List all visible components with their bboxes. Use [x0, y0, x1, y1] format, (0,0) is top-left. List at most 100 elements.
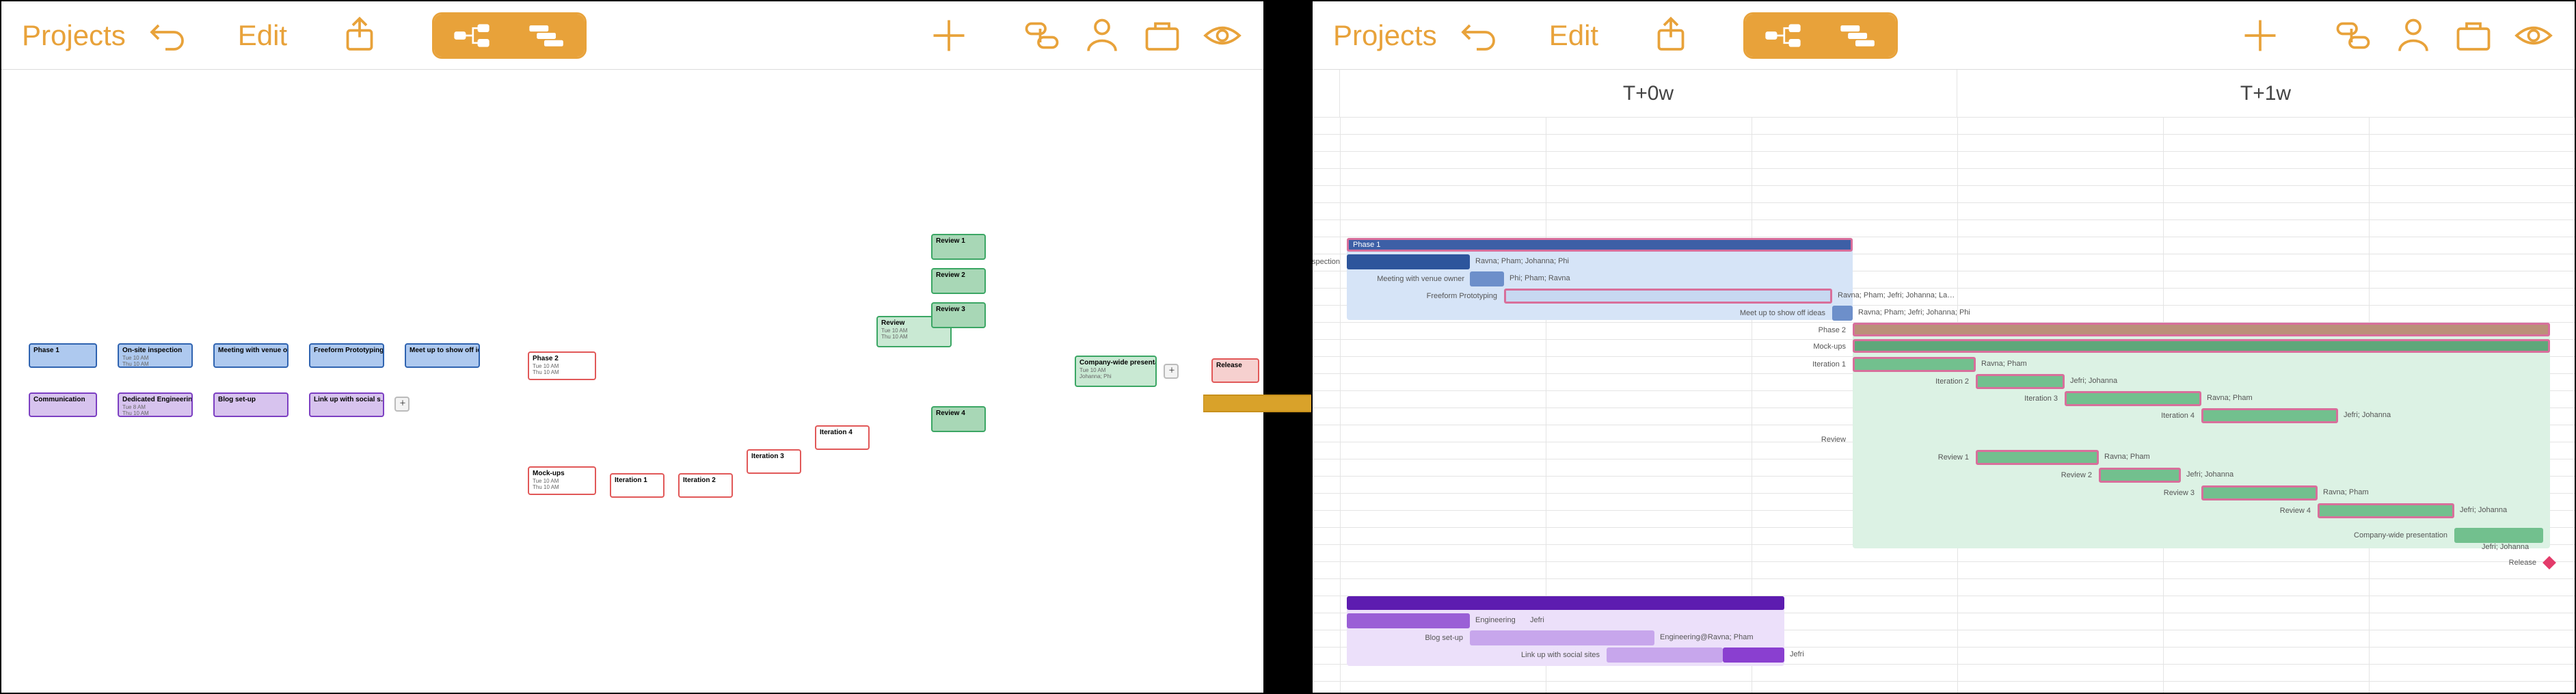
flow-node[interactable]: Communication	[29, 392, 97, 417]
gantt-assignees: Ravna; Pham	[2104, 453, 2150, 461]
gantt-bar[interactable]	[2454, 528, 2543, 543]
gantt-assignees: Ravna; Pham; Johanna; Phi	[1475, 257, 1569, 265]
flow-node[interactable]: Release	[1211, 358, 1259, 383]
undo-icon[interactable]	[1456, 15, 1497, 56]
flow-node[interactable]: Iteration 1	[610, 473, 665, 498]
gantt-assignees: Engineering@Ravna; Pham	[1660, 633, 1754, 641]
flow-node[interactable]: Dedicated Engineering D…Tue 8 AMThu 10 A…	[118, 392, 193, 417]
gantt-group-header[interactable]	[1347, 596, 1784, 610]
gantt-row-label	[1347, 254, 1351, 269]
gantt-bar[interactable]	[1853, 357, 1976, 372]
gantt-row-label: Iteration 1	[1723, 357, 1850, 372]
gantt-row-label: Freeform Prototyping	[1374, 289, 1501, 304]
gantt-group-header[interactable]	[1853, 323, 2550, 336]
gantt-assignees: Jefri; Johanna	[2070, 377, 2117, 385]
flow-node[interactable]: On-site inspectionTue 10 AMThu 10 AM	[118, 343, 193, 368]
eye-icon[interactable]	[1202, 15, 1243, 56]
gantt-assignees: Ravna; Pham; Jefri; Johanna; La…	[1838, 291, 1955, 299]
gantt-row-label: Blog set-up	[1340, 630, 1467, 645]
gantt-bar[interactable]	[1723, 648, 1784, 663]
gantt-group-header[interactable]	[1853, 339, 2550, 353]
gantt-bar[interactable]	[1832, 306, 1853, 321]
view-mode-flow-button[interactable]	[1745, 14, 1821, 57]
gantt-row-label: Meet up to show off ideas	[1695, 306, 1829, 321]
view-mode-gantt-button[interactable]	[1821, 14, 1896, 57]
flow-node[interactable]: Review 3	[931, 302, 986, 328]
gantt-bar[interactable]	[2065, 391, 2201, 406]
gantt-assignees: Ravna; Pham	[2323, 488, 2369, 496]
briefcase-icon[interactable]	[1142, 15, 1183, 56]
gantt-row-label: Release	[2406, 555, 2540, 570]
flow-node[interactable]: Iteration 3	[747, 449, 801, 474]
gantt-bar[interactable]	[1347, 613, 1470, 628]
gantt-row-label: Mock-ups	[1723, 339, 1850, 354]
gantt-bar[interactable]	[1347, 254, 1470, 269]
briefcase-icon[interactable]	[2453, 15, 2494, 56]
timeline-week: T+0w	[1340, 70, 1957, 117]
gantt-row-label: Link up with social sites	[1470, 648, 1604, 663]
app-window-gantt: Projects Edit	[1311, 0, 2576, 694]
gantt-group-header[interactable]: Phase 1	[1347, 238, 1853, 252]
add-icon[interactable]	[2240, 15, 2281, 56]
undo-icon[interactable]	[145, 15, 186, 56]
gantt-assignees: Jefri	[1790, 650, 1804, 658]
flow-node[interactable]: Review 2	[931, 268, 986, 294]
flow-node[interactable]: Review 1	[931, 234, 986, 260]
link-icon[interactable]	[1021, 15, 1062, 56]
gantt-bar[interactable]	[2099, 468, 2181, 483]
gantt-row-label: Company-wide presentation	[2318, 528, 2452, 543]
gantt-canvas[interactable]: T+0w T+1w Phase 1 Ravna; Pham; Johanna; …	[1313, 70, 2575, 693]
gantt-bar[interactable]	[2201, 408, 2338, 423]
flow-node[interactable]: Blog set-up	[213, 392, 289, 417]
flow-node[interactable]: Mock-upsTue 10 AMThu 10 AM	[528, 466, 596, 495]
view-mode-gantt-button[interactable]	[509, 14, 585, 57]
gantt-row-label: Review	[1723, 432, 1850, 447]
edit-button[interactable]: Edit	[238, 19, 287, 52]
flow-node[interactable]: Meeting with venue o…	[213, 343, 289, 368]
gantt-bar[interactable]	[1976, 450, 2099, 465]
flow-node[interactable]: Phase 2Tue 10 AMThu 10 AM	[528, 351, 596, 380]
flow-node[interactable]: Iteration 2	[678, 473, 733, 498]
gantt-body[interactable]: Phase 1 Ravna; Pham; Johanna; Phi On-sit…	[1313, 118, 2575, 693]
gantt-assignees: Engineering	[1475, 616, 1516, 624]
add-icon[interactable]	[928, 15, 969, 56]
gantt-assignees: Phi; Pham; Ravna	[1510, 274, 1570, 282]
gantt-assignees: Jefri; Johanna	[2460, 506, 2507, 514]
gantt-bar[interactable]	[2201, 485, 2318, 501]
back-projects-button[interactable]: Projects	[22, 19, 126, 52]
flow-plus-node[interactable]: ＋	[1164, 364, 1179, 379]
gantt-bar[interactable]	[1470, 630, 1654, 645]
flowchart-canvas[interactable]: Phase 1 On-site inspectionTue 10 AMThu 1…	[1, 70, 1263, 693]
link-icon[interactable]	[2333, 15, 2374, 56]
flow-node[interactable]: Link up with social s…	[309, 392, 384, 417]
person-icon[interactable]	[2393, 15, 2434, 56]
back-projects-button[interactable]: Projects	[1333, 19, 1437, 52]
gantt-row-label: Review 3	[2071, 485, 2199, 501]
gantt-row-label: Review 2	[1969, 468, 2096, 483]
flow-node[interactable]: Freeform Prototyping	[309, 343, 384, 368]
gantt-row-label: Review 4	[2188, 503, 2315, 518]
flow-node[interactable]: Company-wide presentationTue 10 AMJohann…	[1075, 356, 1157, 387]
gantt-row-label: Iteration 4	[2071, 408, 2199, 423]
flow-plus-node[interactable]: ＋	[394, 397, 410, 412]
gantt-row-label: Meeting with venue owner	[1354, 271, 1468, 286]
gantt-row-label: Iteration 3	[1935, 391, 2062, 406]
share-icon[interactable]	[1650, 15, 1691, 56]
comparison-stage: Projects Edit	[0, 0, 2576, 694]
gantt-bar[interactable]	[1504, 289, 1832, 304]
view-mode-segmented	[1743, 12, 1898, 59]
edit-button[interactable]: Edit	[1549, 19, 1598, 52]
gantt-row-label: Iteration 2	[1846, 374, 1973, 389]
gantt-bar[interactable]	[1976, 374, 2065, 389]
flow-node[interactable]: Review 4	[931, 406, 986, 432]
person-icon[interactable]	[1082, 15, 1123, 56]
share-icon[interactable]	[339, 15, 380, 56]
eye-icon[interactable]	[2513, 15, 2554, 56]
gantt-bar[interactable]	[1470, 271, 1504, 286]
gantt-bar[interactable]	[1607, 648, 1723, 663]
view-mode-flow-button[interactable]	[434, 14, 509, 57]
gantt-bar[interactable]	[2318, 503, 2454, 518]
flow-node[interactable]: Phase 1	[29, 343, 97, 368]
flow-node[interactable]: Meet up to show off ideas	[405, 343, 480, 368]
flow-node[interactable]: Iteration 4	[815, 425, 870, 450]
